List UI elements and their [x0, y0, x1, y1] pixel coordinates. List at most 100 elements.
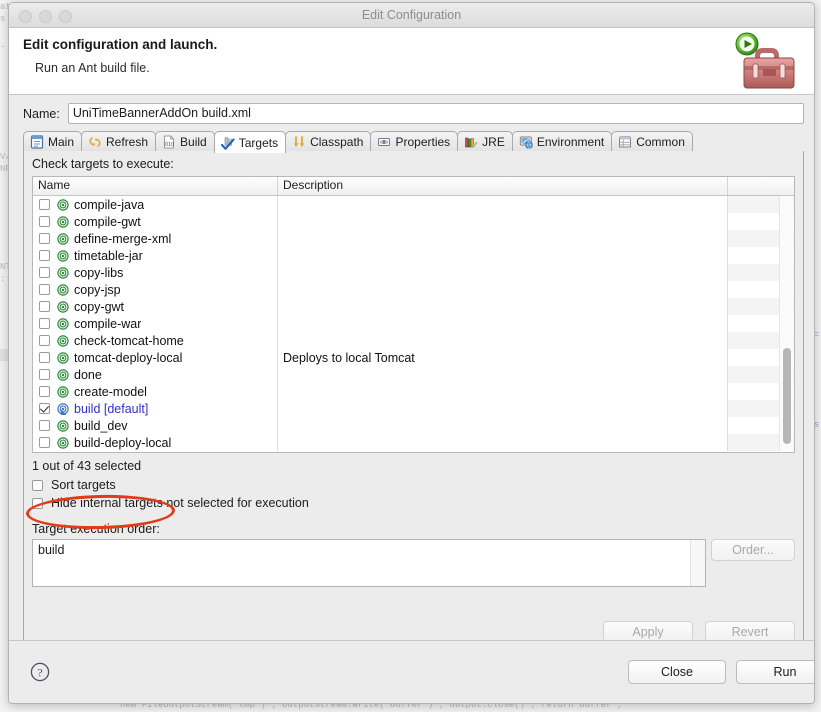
tab-environment[interactable]: Environment: [511, 131, 613, 152]
target-name-label: define-merge-xml: [74, 231, 172, 246]
common-window-icon: [618, 135, 632, 149]
column-header-name[interactable]: Name: [33, 177, 278, 195]
window-titlebar[interactable]: Edit Configuration: [9, 3, 814, 28]
default-target-icon: [57, 402, 69, 415]
target-icon: [57, 317, 69, 330]
tab-build[interactable]: 010 Build: [155, 131, 215, 152]
table-row[interactable]: copy-libs: [33, 264, 794, 281]
table-row[interactable]: tomcat-deploy-local Deploys to local Tomc…: [33, 349, 794, 366]
target-name-cell[interactable]: create-model: [33, 383, 278, 400]
column-header-description[interactable]: Description: [278, 177, 728, 195]
target-description-cell: [278, 434, 728, 451]
table-row[interactable]: timetable-jar: [33, 247, 794, 264]
help-question-icon[interactable]: ?: [30, 662, 50, 682]
tab-properties[interactable]: Properties: [370, 131, 459, 152]
target-name-cell[interactable]: build [default]: [33, 400, 278, 417]
target-description-cell: [278, 315, 728, 332]
configuration-name-input[interactable]: [67, 103, 804, 124]
target-checkbox[interactable]: [39, 386, 50, 397]
table-row[interactable]: create-model: [33, 383, 794, 400]
svg-text:?: ?: [37, 666, 42, 680]
target-name-cell[interactable]: build_dev: [33, 417, 278, 434]
target-checkbox[interactable]: [39, 437, 50, 448]
target-icon: [57, 198, 69, 211]
column-header-extra[interactable]: [728, 177, 794, 195]
target-name-label: create-model: [74, 384, 147, 399]
target-checkbox[interactable]: [39, 318, 50, 329]
tab-common[interactable]: Common: [611, 131, 693, 152]
target-name-label: copy-libs: [74, 265, 124, 280]
table-row[interactable]: compile-gwt: [33, 213, 794, 230]
table-row[interactable]: build [default]: [33, 400, 794, 417]
tab-refresh[interactable]: Refresh: [81, 131, 157, 152]
target-name-cell[interactable]: copy-gwt: [33, 298, 278, 315]
table-row[interactable]: compile-war: [33, 315, 794, 332]
name-row: Name:: [23, 103, 804, 124]
target-description-cell: [278, 196, 728, 213]
target-checkbox[interactable]: [39, 420, 50, 431]
tab-targets[interactable]: Targets: [213, 131, 287, 153]
order-button[interactable]: Order...: [711, 539, 795, 561]
target-name-cell[interactable]: build-deploy-local: [33, 434, 278, 451]
target-name-cell[interactable]: compile-gwt: [33, 213, 278, 230]
table-row[interactable]: copy-jsp: [33, 281, 794, 298]
tab-classpath[interactable]: Classpath: [285, 131, 372, 152]
target-checkbox[interactable]: [39, 335, 50, 346]
target-checkbox[interactable]: [39, 216, 50, 227]
edit-configuration-dialog: Edit Configuration Edit configuration an…: [8, 2, 815, 704]
sort-targets-checkbox[interactable]: [32, 479, 43, 491]
selected-count-label: 1 out of 43 selected: [32, 459, 142, 473]
target-checkbox[interactable]: [39, 284, 50, 295]
target-checkbox[interactable]: [39, 267, 50, 278]
properties-icon: [377, 135, 391, 149]
target-checkbox[interactable]: [39, 199, 50, 210]
window-controls[interactable]: [19, 10, 72, 23]
sort-targets-row[interactable]: Sort targets: [32, 478, 116, 492]
target-name-cell[interactable]: copy-jsp: [33, 281, 278, 298]
minimize-window-button[interactable]: [39, 10, 52, 23]
table-row[interactable]: copy-gwt: [33, 298, 794, 315]
target-description-label: Deploys to local Tomcat: [283, 350, 415, 365]
targets-table-body[interactable]: compile-java compile-gwt define-merge-xm…: [33, 196, 794, 452]
table-row[interactable]: build-deploy-local: [33, 434, 794, 451]
table-row[interactable]: define-merge-xml: [33, 230, 794, 247]
target-checkbox[interactable]: [39, 301, 50, 312]
target-checkbox[interactable]: [39, 250, 50, 261]
tab-main[interactable]: Main: [23, 131, 83, 152]
configuration-tabbar[interactable]: Main Refresh 010 Build Targets Classpath…: [23, 130, 804, 153]
execution-order-box[interactable]: build: [32, 539, 706, 587]
target-name-cell[interactable]: check-tomcat-home: [33, 332, 278, 349]
tab-jre[interactable]: JRE: [457, 131, 513, 152]
targets-panel: Check targets to execute: Name Descripti…: [23, 151, 804, 652]
close-window-button[interactable]: [19, 10, 32, 23]
target-checkbox[interactable]: [39, 233, 50, 244]
target-name-cell[interactable]: define-merge-xml: [33, 230, 278, 247]
targets-scrollbar[interactable]: [779, 196, 793, 451]
execution-order-scrollbar[interactable]: [690, 540, 705, 586]
targets-table[interactable]: Name Description compile-java compile-gw…: [32, 176, 795, 453]
target-checkbox[interactable]: [39, 369, 50, 380]
target-name-cell[interactable]: copy-libs: [33, 264, 278, 281]
table-row[interactable]: compile-java: [33, 196, 794, 213]
table-row[interactable]: done: [33, 366, 794, 383]
target-name-cell[interactable]: done: [33, 366, 278, 383]
run-button[interactable]: Run: [736, 660, 814, 684]
target-icon: [57, 266, 69, 279]
execution-order-value: build: [38, 543, 65, 557]
targets-scrollbar-thumb[interactable]: [783, 348, 791, 444]
target-description-cell: Deploys to local Tomcat: [278, 349, 728, 366]
target-description-cell: [278, 332, 728, 349]
hide-internal-targets-row[interactable]: Hide internal targets not selected for e…: [32, 496, 309, 510]
target-name-cell[interactable]: compile-war: [33, 315, 278, 332]
target-checkbox[interactable]: [39, 403, 50, 414]
tab-label: Classpath: [310, 135, 364, 149]
close-button[interactable]: Close: [628, 660, 726, 684]
table-row[interactable]: check-tomcat-home: [33, 332, 794, 349]
zoom-window-button[interactable]: [59, 10, 72, 23]
target-name-cell[interactable]: tomcat-deploy-local: [33, 349, 278, 366]
hide-internal-targets-checkbox[interactable]: [32, 497, 43, 509]
target-checkbox[interactable]: [39, 352, 50, 363]
target-name-cell[interactable]: timetable-jar: [33, 247, 278, 264]
table-row[interactable]: build_dev: [33, 417, 794, 434]
target-name-cell[interactable]: compile-java: [33, 196, 278, 213]
